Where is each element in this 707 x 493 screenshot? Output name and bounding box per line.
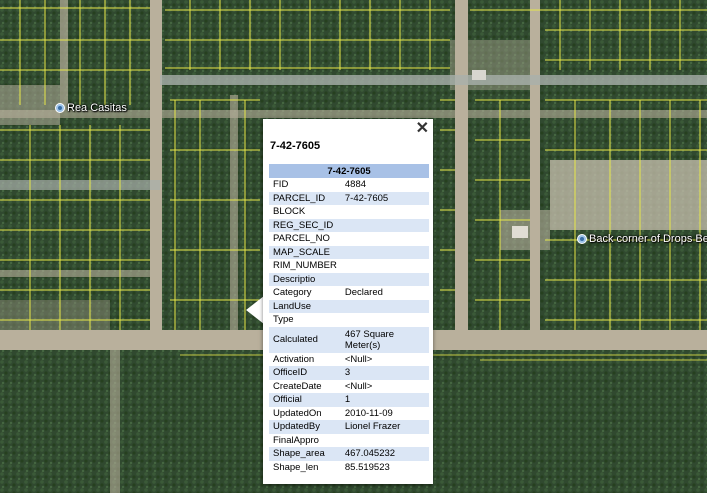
- building: [512, 226, 528, 238]
- attribute-value: [341, 313, 429, 327]
- clearing: [0, 300, 110, 330]
- popup-pointer: [246, 296, 264, 324]
- attribute-key: LandUse: [269, 299, 341, 313]
- attribute-row: BLOCK: [269, 205, 429, 219]
- attribute-key: REG_SEC_ID: [269, 218, 341, 232]
- attribute-value: [341, 232, 429, 246]
- attribute-value: [340, 218, 429, 232]
- attribute-key: Category: [273, 287, 312, 299]
- attribute-row: Type: [269, 313, 429, 327]
- attribute-key: PARCEL_ID: [269, 191, 341, 205]
- attribute-key: FID: [273, 179, 289, 191]
- attribute-key: Shape_len: [273, 461, 319, 473]
- attribute-value: 85.519523: [344, 461, 390, 473]
- attribute-row: Activation <Null>: [269, 353, 429, 367]
- location-pin-icon: [55, 103, 65, 113]
- attribute-value: <Null>: [344, 380, 373, 392]
- attribute-row: FinalAppro: [269, 434, 429, 448]
- attribute-row: PARCEL_NO: [269, 232, 429, 246]
- popup-title: 7-42-7605: [270, 140, 321, 152]
- attribute-value: <Null>: [344, 353, 373, 365]
- attribute-row: MAP_SCALE: [269, 245, 429, 259]
- attribute-value: 467 Square Meter(s): [340, 326, 429, 353]
- attribute-key: Calculated: [269, 326, 341, 353]
- attribute-table: 7-42-7605 FID 4884 PARCEL_ID 7-42-7605 BLOCK…: [269, 164, 429, 474]
- attribute-value: [341, 205, 429, 219]
- attribute-value: 7-42-7605: [340, 191, 429, 205]
- attribute-value: [341, 259, 429, 273]
- attribute-key: Official: [269, 393, 341, 407]
- attribute-key: BLOCK: [273, 206, 306, 218]
- place-label-back-corner[interactable]: Back corner of Drops Bel: [577, 233, 707, 245]
- attribute-value: Declared: [344, 287, 383, 299]
- attribute-value: [340, 272, 429, 286]
- place-label-rea-casitas[interactable]: Rea Casitas: [55, 102, 127, 114]
- attribute-value: [341, 434, 429, 448]
- attribute-row: Official 1: [269, 393, 429, 407]
- attribute-row: Descriptio: [269, 272, 429, 286]
- clearing: [0, 85, 60, 125]
- attribute-key: OfficeID: [269, 366, 341, 380]
- attribute-row: Calculated 467 Square Meter(s): [269, 326, 429, 353]
- close-icon[interactable]: ✕: [416, 120, 429, 138]
- attribute-value: 1: [340, 393, 429, 407]
- place-label-text: Back corner of Drops Bel: [589, 233, 707, 245]
- attribute-row: PARCEL_ID 7-42-7605: [269, 191, 429, 205]
- attribute-key: UpdatedOn: [273, 407, 322, 419]
- attribute-value: 467.045232: [340, 447, 429, 461]
- attribute-table-header: 7-42-7605: [269, 164, 429, 178]
- attribute-value: Lionel Frazer: [340, 420, 429, 434]
- attribute-row: Shape_area 467.045232: [269, 447, 429, 461]
- feature-info-popup: ✕ 7-42-7605 7-42-7605 FID 4884 PARCEL_ID 7-…: [263, 119, 433, 484]
- attribute-row: LandUse: [269, 299, 429, 313]
- attribute-key: CreateDate: [273, 380, 322, 392]
- attribute-value: [340, 299, 429, 313]
- attribute-key: Descriptio: [269, 272, 341, 286]
- attribute-key: UpdatedBy: [269, 420, 341, 434]
- attribute-value: [340, 245, 429, 259]
- attribute-key: FinalAppro: [273, 434, 319, 446]
- place-label-text: Rea Casitas: [67, 102, 127, 114]
- attribute-key: Type: [273, 314, 294, 326]
- attribute-value: 3: [340, 366, 429, 380]
- attribute-row: Shape_len 85.519523: [269, 461, 429, 475]
- clearing: [550, 160, 707, 230]
- attribute-row: UpdatedOn 2010-11-09: [269, 407, 429, 421]
- attribute-value: 4884: [344, 179, 367, 191]
- attribute-row: UpdatedBy Lionel Frazer: [269, 420, 429, 434]
- attribute-row: RIM_NUMBER: [269, 259, 429, 273]
- location-pin-icon: [577, 234, 587, 244]
- attribute-value: 2010-11-09: [344, 407, 393, 419]
- building: [472, 70, 486, 80]
- attribute-row: CreateDate <Null>: [269, 380, 429, 394]
- attribute-row: REG_SEC_ID: [269, 218, 429, 232]
- attribute-key: Shape_area: [269, 447, 341, 461]
- attribute-row: OfficeID 3: [269, 366, 429, 380]
- attribute-table-body: FID 4884 PARCEL_ID 7-42-7605 BLOCK REG_SEC_ID…: [269, 178, 429, 474]
- attribute-key: MAP_SCALE: [269, 245, 341, 259]
- attribute-key: RIM_NUMBER: [273, 260, 337, 272]
- attribute-key: PARCEL_NO: [273, 233, 330, 245]
- attribute-row: FID 4884: [269, 178, 429, 192]
- attribute-row: Category Declared: [269, 286, 429, 300]
- attribute-key: Activation: [273, 353, 315, 365]
